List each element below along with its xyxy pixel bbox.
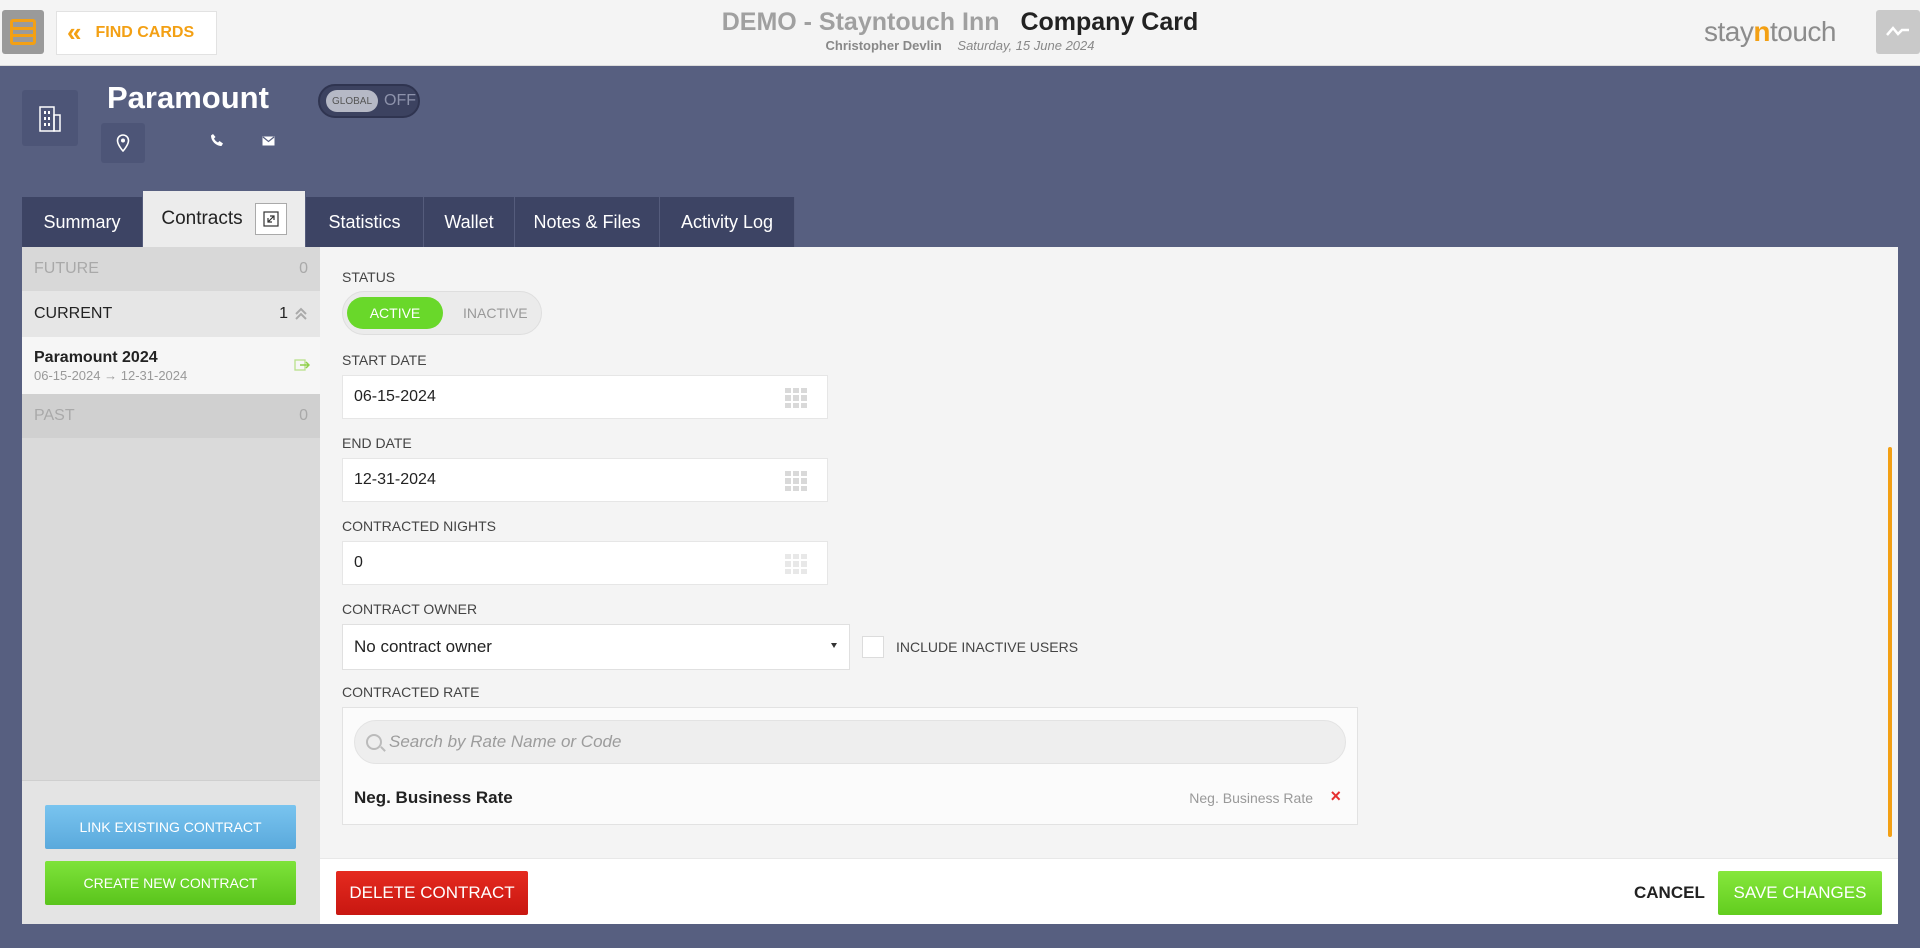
arrow-right-icon: → — [104, 367, 118, 383]
sidebar-actions: LINK EXISTING CONTRACT CREATE NEW CONTRA… — [22, 780, 320, 924]
contracted-nights-value: 0 — [354, 554, 363, 571]
sidebar-past[interactable]: PAST 0 — [22, 394, 320, 438]
tab-wallet[interactable]: Wallet — [424, 197, 515, 247]
header-title: DEMO - Stayntouch Inn Company Card Chris… — [0, 8, 1920, 53]
sidebar-current[interactable]: CURRENT 1 — [22, 291, 320, 337]
status-label: STATUS — [342, 269, 396, 285]
chevron-up-icon — [295, 307, 307, 320]
contract-dates: 06-15-2024 → 12-31-2024 — [34, 367, 188, 383]
status-inactive[interactable]: INACTIVE — [463, 305, 528, 321]
rate-name: Neg. Business Rate — [354, 788, 513, 807]
current-count: 1 — [279, 305, 288, 322]
expand-icon[interactable] — [254, 203, 287, 235]
chevron-down-icon — [831, 643, 837, 648]
global-label: GLOBAL — [326, 90, 378, 112]
tab-notes-files[interactable]: Notes & Files — [515, 197, 660, 247]
building-icon — [39, 106, 61, 132]
card-tabs: Summary Contracts Statistics Wallet Note… — [22, 191, 795, 247]
calendar-icon — [785, 554, 807, 574]
past-count: 0 — [299, 407, 308, 424]
future-count: 0 — [299, 260, 308, 277]
scrollbar[interactable] — [1888, 447, 1892, 837]
mail-icon[interactable] — [262, 136, 275, 146]
activity-button[interactable] — [1876, 10, 1920, 54]
page-title: Company Card — [1020, 8, 1199, 36]
hotel-name: DEMO - Stayntouch Inn — [721, 8, 1000, 36]
end-date-label: END DATE — [342, 435, 412, 451]
rate-search-placeholder: Search by Rate Name or Code — [389, 732, 622, 751]
remove-rate-icon[interactable]: × — [1330, 786, 1341, 807]
create-new-contract-button[interactable]: CREATE NEW CONTRACT — [45, 861, 296, 905]
start-date-label: START DATE — [342, 352, 427, 368]
tab-statistics[interactable]: Statistics — [306, 197, 424, 247]
share-arrow-icon — [294, 359, 310, 371]
include-inactive-checkbox[interactable] — [862, 636, 884, 658]
contract-owner-label: CONTRACT OWNER — [342, 601, 478, 617]
start-date-value: 06-15-2024 — [354, 388, 436, 405]
rate-code: Neg. Business Rate — [1189, 790, 1313, 806]
phone-icon[interactable] — [210, 133, 224, 147]
tab-contracts-label: Contracts — [161, 208, 243, 229]
current-label: CURRENT — [34, 305, 113, 322]
search-icon — [366, 734, 382, 750]
activity-icon — [1886, 26, 1909, 36]
form-footer: DELETE CONTRACT CANCEL SAVE CHANGES — [320, 858, 1898, 924]
cancel-button[interactable]: CANCEL — [1634, 883, 1705, 903]
tab-contracts[interactable]: Contracts — [143, 191, 306, 247]
tab-summary[interactable]: Summary — [22, 197, 143, 247]
calendar-icon[interactable] — [785, 471, 807, 491]
status-toggle[interactable]: ACTIVE INACTIVE — [342, 291, 542, 335]
contracts-sidebar: FUTURE 0 CURRENT 1 Paramount 2024 06-15-… — [22, 247, 320, 924]
status-active[interactable]: ACTIVE — [347, 297, 443, 329]
global-state: OFF — [384, 92, 416, 109]
start-date-field[interactable]: 06-15-2024 — [342, 375, 828, 419]
sidebar-future[interactable]: FUTURE 0 — [22, 247, 320, 291]
calendar-icon[interactable] — [785, 388, 807, 408]
tab-activity-log[interactable]: Activity Log — [660, 197, 795, 247]
global-toggle[interactable]: GLOBAL OFF — [318, 84, 420, 118]
save-changes-button[interactable]: SAVE CHANGES — [1718, 871, 1882, 915]
contracted-nights-field[interactable]: 0 — [342, 541, 828, 585]
user-name: Christopher Devlin — [825, 38, 942, 53]
end-date-value: 12-31-2024 — [354, 471, 436, 488]
top-bar: « FIND CARDS DEMO - Stayntouch Inn Compa… — [0, 0, 1920, 66]
link-existing-contract-button[interactable]: LINK EXISTING CONTRACT — [45, 805, 296, 849]
contract-list-item[interactable]: Paramount 2024 06-15-2024 → 12-31-2024 — [22, 337, 320, 394]
address-button[interactable] — [101, 123, 145, 163]
contract-owner-value: No contract owner — [354, 637, 492, 656]
future-label: FUTURE — [34, 260, 99, 277]
brand-logo: stayntouch — [1704, 16, 1836, 47]
include-inactive-label[interactable]: INCLUDE INACTIVE USERS — [896, 639, 1078, 655]
contract-name: Paramount 2024 — [34, 348, 158, 366]
contract-form: STATUS ACTIVE INACTIVE START DATE 06-15-… — [320, 247, 1898, 924]
card-name[interactable]: Paramount — [107, 80, 269, 116]
contract-owner-select[interactable]: No contract owner — [342, 624, 850, 670]
delete-contract-button[interactable]: DELETE CONTRACT — [336, 871, 528, 915]
location-pin-icon — [116, 134, 130, 152]
rate-search-input[interactable]: Search by Rate Name or Code — [354, 720, 1346, 764]
end-date-field[interactable]: 12-31-2024 — [342, 458, 828, 502]
business-date: Saturday, 15 June 2024 — [957, 38, 1095, 53]
contracted-rate-box: Search by Rate Name or Code Neg. Busines… — [342, 707, 1358, 825]
contracted-rate-label: CONTRACTED RATE — [342, 684, 480, 700]
past-label: PAST — [34, 407, 75, 424]
company-avatar — [22, 90, 78, 146]
contracted-nights-label: CONTRACTED NIGHTS — [342, 518, 496, 534]
